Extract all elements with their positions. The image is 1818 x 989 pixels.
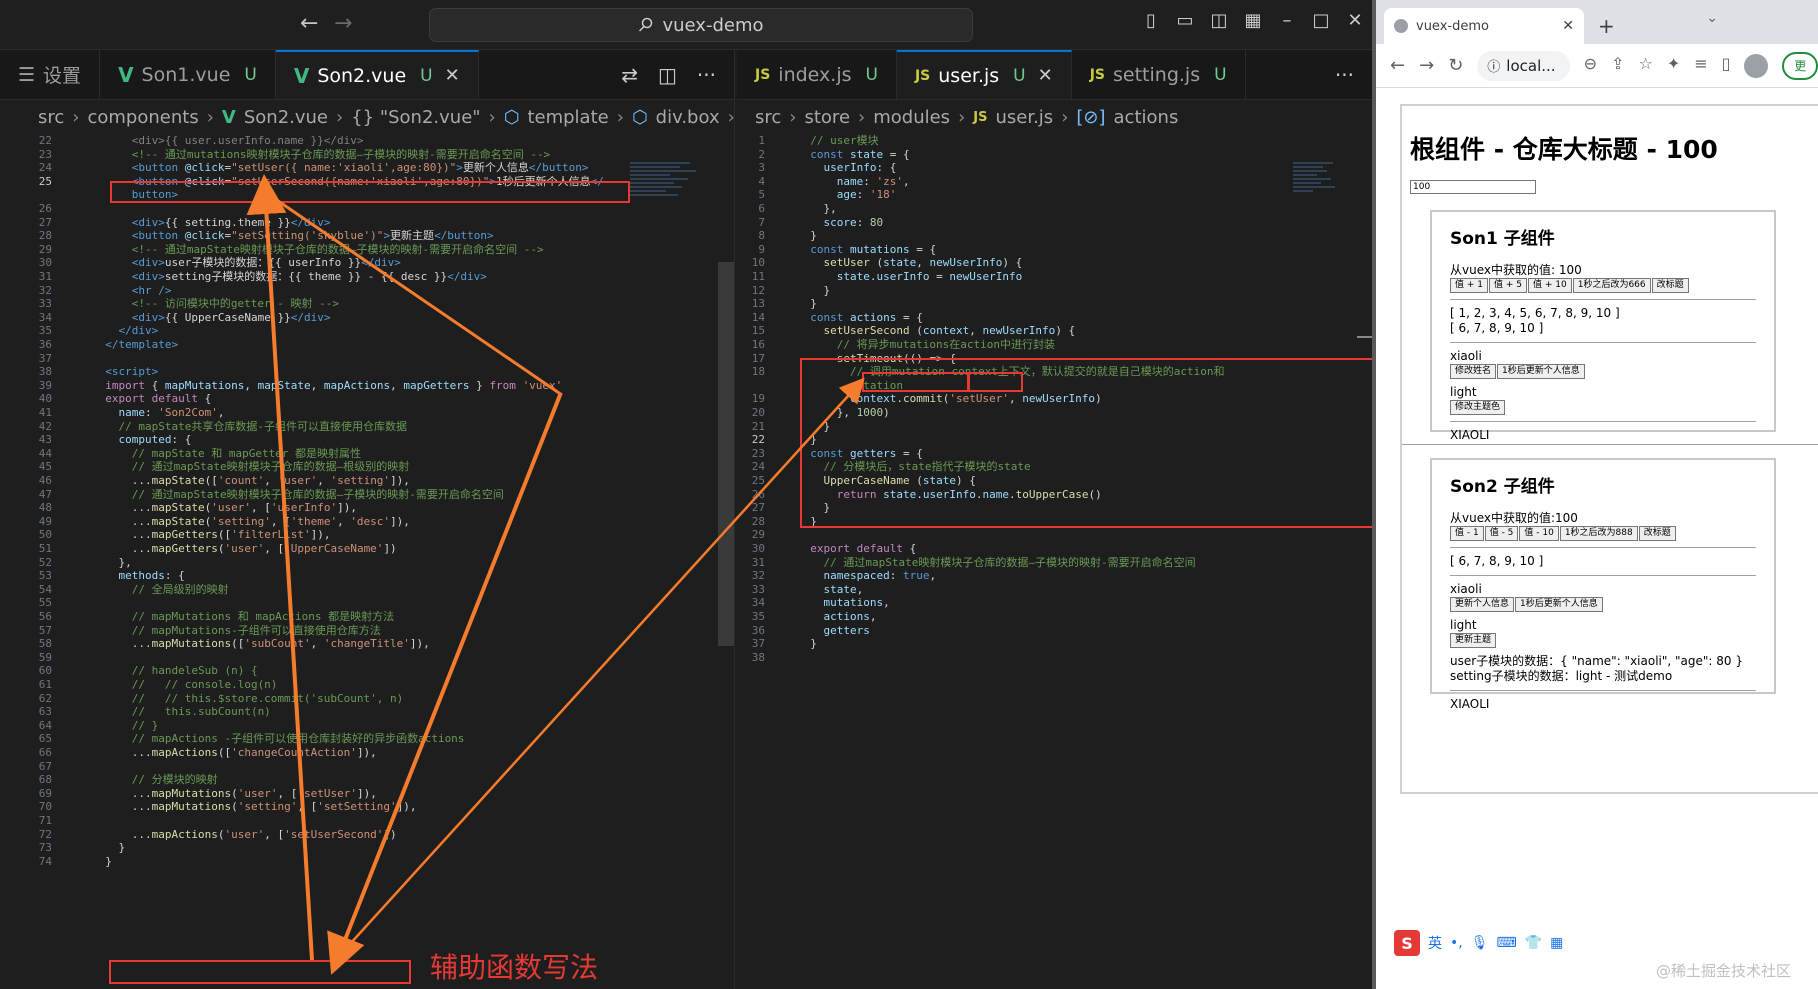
tab-search-icon[interactable]: ⌄ bbox=[1706, 10, 1718, 26]
divider bbox=[1450, 421, 1756, 422]
uppercase-name: XIAOLI bbox=[1450, 697, 1490, 711]
vscode-window: ← → vuex-demo ▯ ▭ ◫ ▦ – □ ✕ ☰ 设置 V Son1.… bbox=[0, 0, 1372, 989]
arrow-to-button bbox=[246, 174, 314, 961]
update-button[interactable]: 更 bbox=[1782, 51, 1818, 80]
set-666-button[interactable]: 1秒之后改为666 bbox=[1572, 278, 1651, 293]
ime-language[interactable]: 英 bbox=[1428, 933, 1442, 953]
extensions-icon[interactable]: ✦ bbox=[1667, 54, 1680, 78]
son2-theme-buttons: 更新主题 bbox=[1450, 633, 1756, 648]
update-user-button[interactable]: 更新个人信息 bbox=[1450, 597, 1515, 612]
forward-icon[interactable]: → bbox=[1419, 55, 1434, 76]
mic-icon[interactable]: 🎙 bbox=[1471, 935, 1489, 951]
change-title-button[interactable]: 改标题 bbox=[1651, 278, 1689, 293]
side-panel-icon[interactable]: ▯ bbox=[1722, 54, 1731, 78]
ime-toolbar: S 英 •, 🎙 ⌨ 👕 ▦ bbox=[1394, 930, 1563, 956]
uppercase-name: XIAOLI bbox=[1450, 428, 1490, 442]
sub-5-button[interactable]: 值 - 5 bbox=[1484, 526, 1519, 541]
sub-1-button[interactable]: 值 - 1 bbox=[1450, 526, 1484, 541]
arrow-to-mapactions bbox=[327, 394, 562, 975]
browser-tab[interactable]: vuex-demo ✕ bbox=[1384, 8, 1584, 44]
screen: ← → vuex-demo ▯ ▭ ◫ ▦ – □ ✕ ☰ 设置 V Son1.… bbox=[0, 0, 1818, 989]
arrow-diagonal-left bbox=[261, 188, 563, 397]
add-10-button[interactable]: 值 + 10 bbox=[1528, 278, 1572, 293]
browser-tab-strip: vuex-demo ✕ + ⌄ bbox=[1376, 0, 1818, 44]
divider bbox=[1450, 575, 1756, 576]
toolbar-icons: ⊖ ⇪ ☆ ✦ ≡ ▯ bbox=[1584, 53, 1769, 78]
list-filtered: [ 6, 7, 8, 9, 10 ] bbox=[1450, 321, 1544, 335]
toolbox-icon[interactable]: ▦ bbox=[1550, 935, 1563, 951]
change-name-button[interactable]: 修改姓名 bbox=[1450, 364, 1497, 379]
reading-list-icon[interactable]: ≡ bbox=[1694, 54, 1707, 78]
change-theme-button[interactable]: 修改主题色 bbox=[1450, 400, 1506, 415]
punctuation-icon[interactable]: •, bbox=[1450, 935, 1463, 951]
watermark: @稀土掘金技术社区 bbox=[1656, 962, 1792, 980]
son2-name-buttons: 更新个人信息 1秒后更新个人信息 bbox=[1450, 597, 1756, 612]
update-later-button[interactable]: 1秒后更新个人信息 bbox=[1497, 364, 1585, 379]
theme-value: light bbox=[1450, 618, 1477, 632]
add-5-button[interactable]: 值 + 5 bbox=[1489, 278, 1527, 293]
son1-name-buttons: 修改姓名 1秒后更新个人信息 bbox=[1450, 364, 1756, 379]
son1-button-row: 值 + 1 值 + 5 值 + 10 1秒之后改为666 改标题 bbox=[1450, 278, 1756, 293]
back-icon[interactable]: ← bbox=[1390, 55, 1405, 76]
address-bar[interactable]: ⓘ local... bbox=[1477, 50, 1570, 81]
bookmark-star-icon[interactable]: ☆ bbox=[1638, 54, 1652, 78]
divider bbox=[1450, 690, 1756, 691]
setting-module-data: setting子模块的数据：light - 测试demo bbox=[1450, 669, 1673, 683]
son1-card: Son1 子组件 从vuex中获取的值: 100 值 + 1 值 + 5 值 +… bbox=[1430, 210, 1776, 442]
set-888-button[interactable]: 1秒之后改为888 bbox=[1559, 526, 1638, 541]
add-1-button[interactable]: 值 + 1 bbox=[1450, 278, 1488, 293]
annotation-arrows bbox=[246, 174, 865, 975]
divider bbox=[1450, 299, 1756, 300]
keyboard-icon[interactable]: ⌨ bbox=[1497, 935, 1517, 951]
divider bbox=[1450, 342, 1756, 343]
son2-title: Son2 子组件 bbox=[1450, 477, 1555, 497]
profile-avatar[interactable] bbox=[1744, 53, 1769, 78]
change-title-button[interactable]: 改标题 bbox=[1638, 526, 1676, 541]
update-later-button[interactable]: 1秒后更新个人信息 bbox=[1515, 597, 1603, 612]
browser-toolbar: ← → ↻ ⓘ local... ⊖ ⇪ ☆ ✦ ≡ ▯ 更 bbox=[1376, 44, 1818, 88]
share-icon[interactable]: ⇪ bbox=[1611, 54, 1624, 78]
son1-theme-buttons: 修改主题色 bbox=[1450, 400, 1756, 415]
section-divider bbox=[1402, 444, 1818, 445]
son2-card: Son2 子组件 从vuex中获取的值:100 值 - 1 值 - 5 值 - … bbox=[1430, 458, 1776, 711]
divider bbox=[1450, 547, 1756, 548]
close-tab-icon[interactable]: ✕ bbox=[1562, 18, 1574, 34]
user-module-data: user子模块的数据：{ "name": "xiaoli", "age": 80… bbox=[1450, 654, 1743, 668]
root-title: 根组件 - 仓库大标题 - 100 bbox=[1410, 135, 1718, 164]
sogou-logo-icon[interactable]: S bbox=[1394, 930, 1420, 956]
count-input[interactable]: 100 bbox=[1410, 180, 1536, 194]
skin-icon[interactable]: 👕 bbox=[1525, 935, 1542, 951]
address-text: local... bbox=[1506, 56, 1556, 75]
sub-10-button[interactable]: 值 - 10 bbox=[1519, 526, 1559, 541]
app-root: 根组件 - 仓库大标题 - 100 100 Son1 子组件 从vuex中获取的… bbox=[1400, 104, 1818, 794]
user-name: xiaoli bbox=[1450, 349, 1482, 363]
browser-tab-title: vuex-demo bbox=[1416, 18, 1489, 34]
favicon-icon bbox=[1394, 19, 1408, 33]
update-theme-button[interactable]: 更新主题 bbox=[1450, 633, 1497, 648]
reload-icon[interactable]: ↻ bbox=[1448, 55, 1463, 76]
list-all: [ 1, 2, 3, 4, 5, 6, 7, 8, 9, 10 ] bbox=[1450, 306, 1620, 320]
zoom-icon[interactable]: ⊖ bbox=[1584, 54, 1597, 78]
browser-window: vuex-demo ✕ + ⌄ ← → ↻ ⓘ local... ⊖ ⇪ ☆ ✦… bbox=[1372, 0, 1818, 989]
arrow-to-actions bbox=[339, 377, 865, 956]
list-filtered: [ 6, 7, 8, 9, 10 ] bbox=[1450, 554, 1544, 568]
son1-value: 从vuex中获取的值: 100 bbox=[1450, 263, 1582, 277]
theme-value: light bbox=[1450, 385, 1477, 399]
son1-title: Son1 子组件 bbox=[1450, 229, 1555, 249]
son2-button-row: 值 - 1 值 - 5 值 - 10 1秒之后改为888 改标题 bbox=[1450, 526, 1756, 541]
user-name: xiaoli bbox=[1450, 582, 1482, 596]
new-tab-icon[interactable]: + bbox=[1598, 14, 1615, 38]
son2-value: 从vuex中获取的值:100 bbox=[1450, 511, 1578, 525]
info-icon: ⓘ bbox=[1487, 60, 1501, 75]
